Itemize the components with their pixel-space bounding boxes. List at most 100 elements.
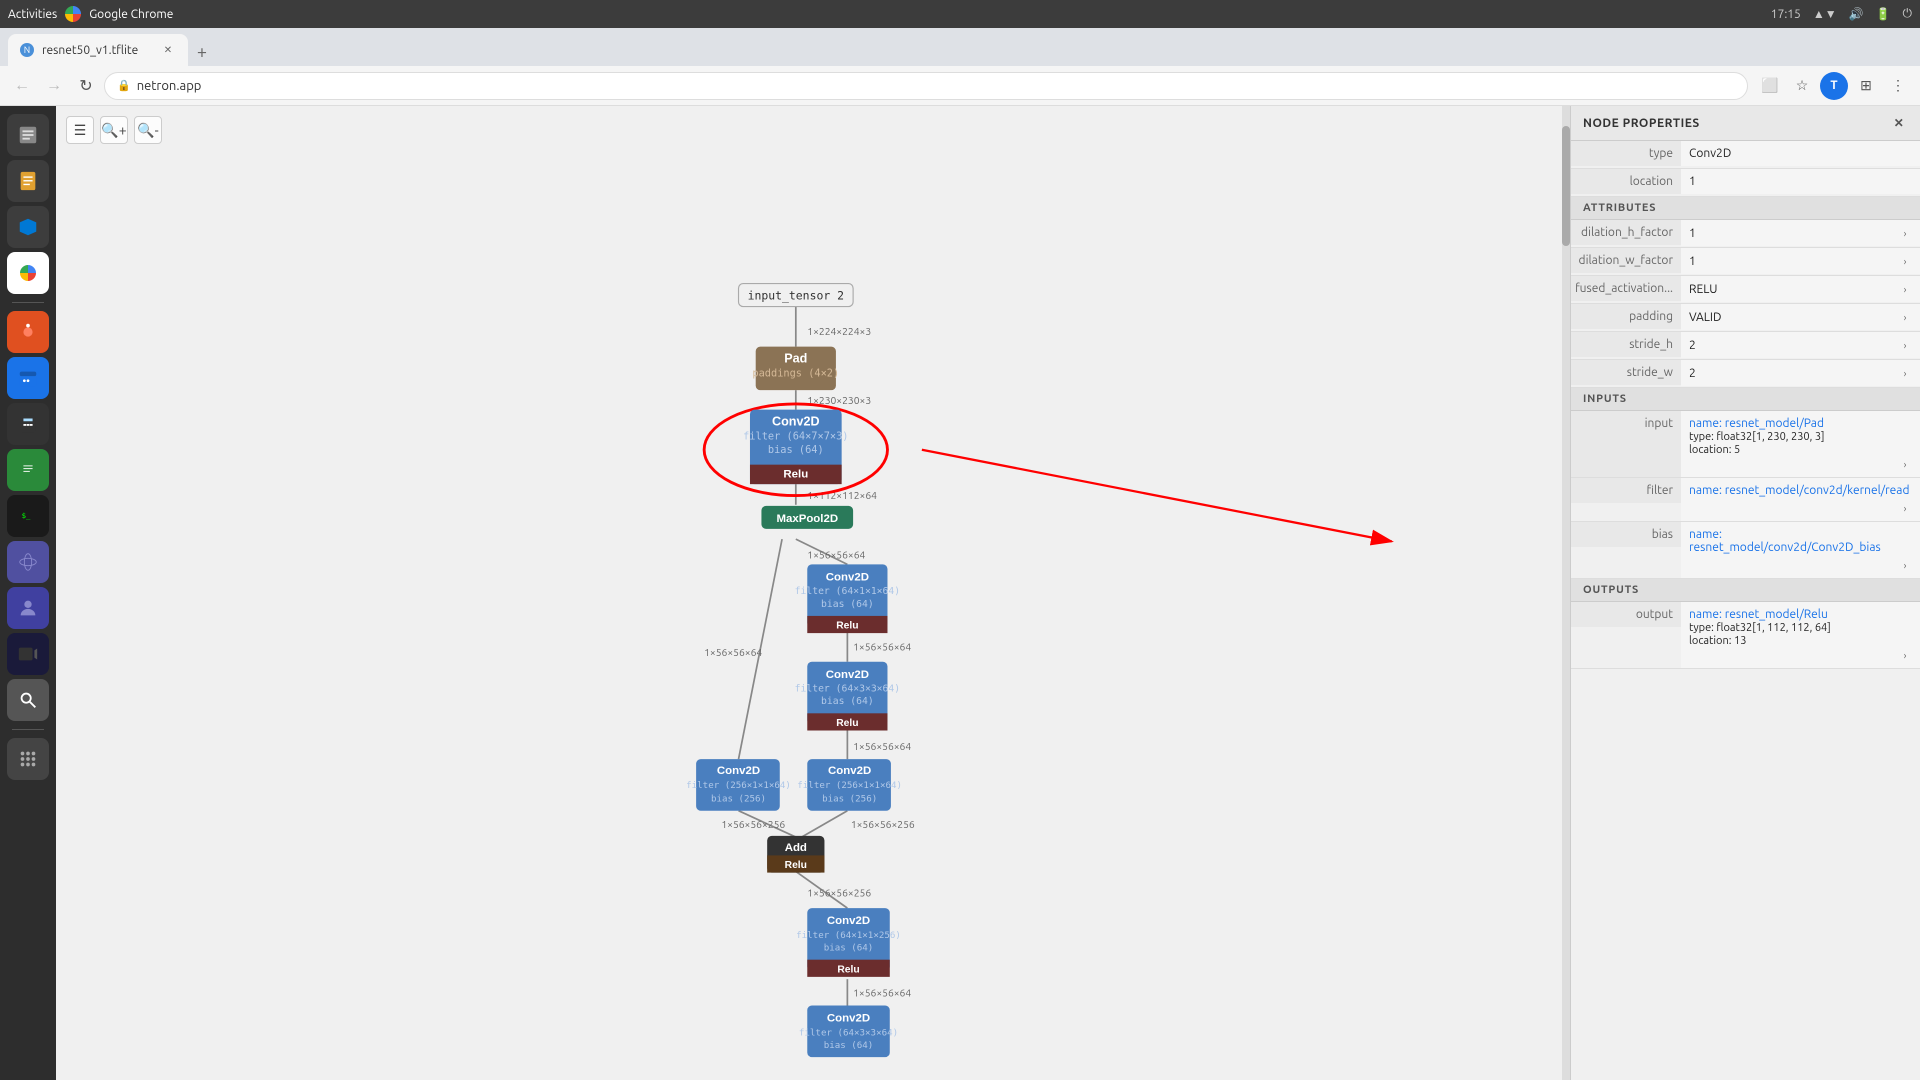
sidebar-item-teams[interactable] [7,587,49,629]
attr-dilation-h-value: 1› [1681,220,1920,246]
sidebar-item-globe[interactable] [7,541,49,583]
edge-dim-8: 1×56×56×256 [721,818,785,830]
svg-text:filter (256×1×1×64): filter (256×1×1×64) [797,780,902,791]
sidebar-item-search[interactable] [7,679,49,721]
sidebar-item-vscode[interactable] [7,206,49,248]
output-name: name: resnet_model/Relu [1689,608,1828,621]
svg-text:$_: $_ [22,511,31,520]
volume-icon: 🔊 [1849,7,1864,21]
filter-row: filter name: resnet_model/conv2d/kernel/… [1571,478,1920,522]
panel-header: NODE PROPERTIES ✕ [1571,106,1920,141]
active-tab[interactable]: N resnet50_v1.tflite ✕ [8,34,188,66]
svg-text:filter (64×7×7×3): filter (64×7×7×3) [743,430,848,442]
attr-dilation-h-label: dilation_h_factor [1571,220,1681,245]
input-input-value: name: resnet_model/Pad type: float32[1, … [1681,411,1920,477]
filter-value: name: resnet_model/conv2d/kernel/read › [1681,478,1920,521]
tab-close-button[interactable]: ✕ [160,42,176,58]
sidebar-item-apps[interactable] [7,738,49,780]
new-tab-button[interactable]: + [188,38,216,66]
svg-text:Relu: Relu [837,964,859,975]
edge-dim-7: 1×56×56×64 [704,646,762,658]
svg-text:Relu: Relu [836,718,858,729]
edge-dim-5: 1×56×56×64 [853,640,911,652]
input-location: location: 5 [1689,444,1740,456]
reload-button[interactable]: ↻ [72,72,100,100]
svg-text:filter (64×1×1×256): filter (64×1×1×256) [796,930,901,941]
expand-stride-w[interactable]: › [1898,366,1912,380]
type-label: type [1571,141,1681,166]
attr-fused-value: RELU› [1681,276,1920,302]
sidebar-item-calculator[interactable] [7,403,49,445]
svg-text:bias (256): bias (256) [822,794,877,805]
sidebar-divider [12,302,44,303]
tab-favicon: N [20,43,34,57]
clock: 17:15 [1771,8,1801,21]
expand-input[interactable]: › [1898,457,1912,471]
panel-title: NODE PROPERTIES [1583,117,1700,130]
sidebar-item-video[interactable] [7,633,49,675]
sidebar-item-libreoffice[interactable] [7,449,49,491]
svg-text:filter (64×3×3×64): filter (64×3×3×64) [799,1027,898,1038]
address-bar[interactable]: 🔒 netron.app [104,72,1748,100]
bookmark-button[interactable]: ☆ [1788,72,1816,100]
expand-stride-h[interactable]: › [1898,338,1912,352]
svg-text:bias (64): bias (64) [824,943,874,954]
sidebar-divider-2 [12,729,44,730]
nn-graph-svg: 1×224×224×3 1×230×230×3 1×112×112×64 1×5… [56,106,1570,1080]
forward-button[interactable]: → [40,72,68,100]
attr-dilation-w-value: 1› [1681,248,1920,274]
expand-bias[interactable]: › [1898,558,1912,572]
zoom-in-button[interactable]: 🔍+ [100,116,128,144]
tab-bar: N resnet50_v1.tflite ✕ + [0,28,1920,66]
outputs-header: OUTPUTS [1571,579,1920,602]
input-input-label: input [1571,411,1681,477]
expand-fused[interactable]: › [1898,282,1912,296]
bias-label: bias [1571,522,1681,547]
panel-close-button[interactable]: ✕ [1890,114,1908,132]
svg-text:Relu: Relu [836,621,858,632]
battery-icon: 🔋 [1876,7,1891,21]
os-sidebar: $_ [0,106,56,1080]
attributes-header: ATTRIBUTES [1571,197,1920,220]
menu-toolbar-button[interactable]: ☰ [66,116,94,144]
activities-label[interactable]: Activities [8,8,57,21]
edge-dim-10: 1×56×56×256 [807,887,871,899]
svg-text:Conv2D: Conv2D [826,571,869,583]
attr-fused-label: fused_activation... [1571,276,1681,301]
type-row: type Conv2D [1571,141,1920,169]
profile-button[interactable]: T [1820,72,1848,100]
url-text: netron.app [137,79,202,93]
sidebar-item-files[interactable] [7,114,49,156]
zoom-out-button[interactable]: 🔍- [134,116,162,144]
expand-dilation-h[interactable]: › [1898,226,1912,240]
svg-text:Pad: Pad [784,352,807,366]
svg-text:paddings (4×2): paddings (4×2) [752,367,839,379]
scrollbar-thumb[interactable] [1562,126,1570,246]
attr-padding-value: VALID› [1681,304,1920,330]
sidebar-item-calendar[interactable] [7,357,49,399]
extensions-button[interactable]: ⊞ [1852,72,1880,100]
back-button[interactable]: ← [8,72,36,100]
cast-button[interactable]: ⬜ [1756,72,1784,100]
expand-output[interactable]: › [1898,648,1912,662]
attr-dilation-w-label: dilation_w_factor [1571,248,1681,273]
sidebar-item-ubuntu[interactable] [7,311,49,353]
expand-dilation-w[interactable]: › [1898,254,1912,268]
netron-canvas[interactable]: ☰ 🔍+ 🔍- 1×224×224×3 1×230×230×3 1×112×11… [56,106,1570,1080]
sidebar-item-chrome[interactable] [7,252,49,294]
input-name: name: resnet_model/Pad [1689,417,1824,430]
sidebar-item-terminal[interactable]: $_ [7,495,49,537]
svg-text:bias (64): bias (64) [824,1040,874,1051]
output-value: name: resnet_model/Relu type: float32[1,… [1681,602,1920,668]
properties-panel: NODE PROPERTIES ✕ type Conv2D location 1… [1570,106,1920,1080]
sidebar-item-text[interactable] [7,160,49,202]
netron-toolbar: ☰ 🔍+ 🔍- [66,116,162,144]
menu-button[interactable]: ⋮ [1884,72,1912,100]
expand-padding[interactable]: › [1898,310,1912,324]
attr-stride-h-label: stride_h [1571,332,1681,357]
svg-text:bias (64): bias (64) [768,444,824,456]
svg-text:Conv2D: Conv2D [827,1013,870,1025]
expand-filter[interactable]: › [1898,501,1912,515]
svg-text:Conv2D: Conv2D [772,415,820,429]
vertical-scrollbar[interactable] [1562,106,1570,1080]
